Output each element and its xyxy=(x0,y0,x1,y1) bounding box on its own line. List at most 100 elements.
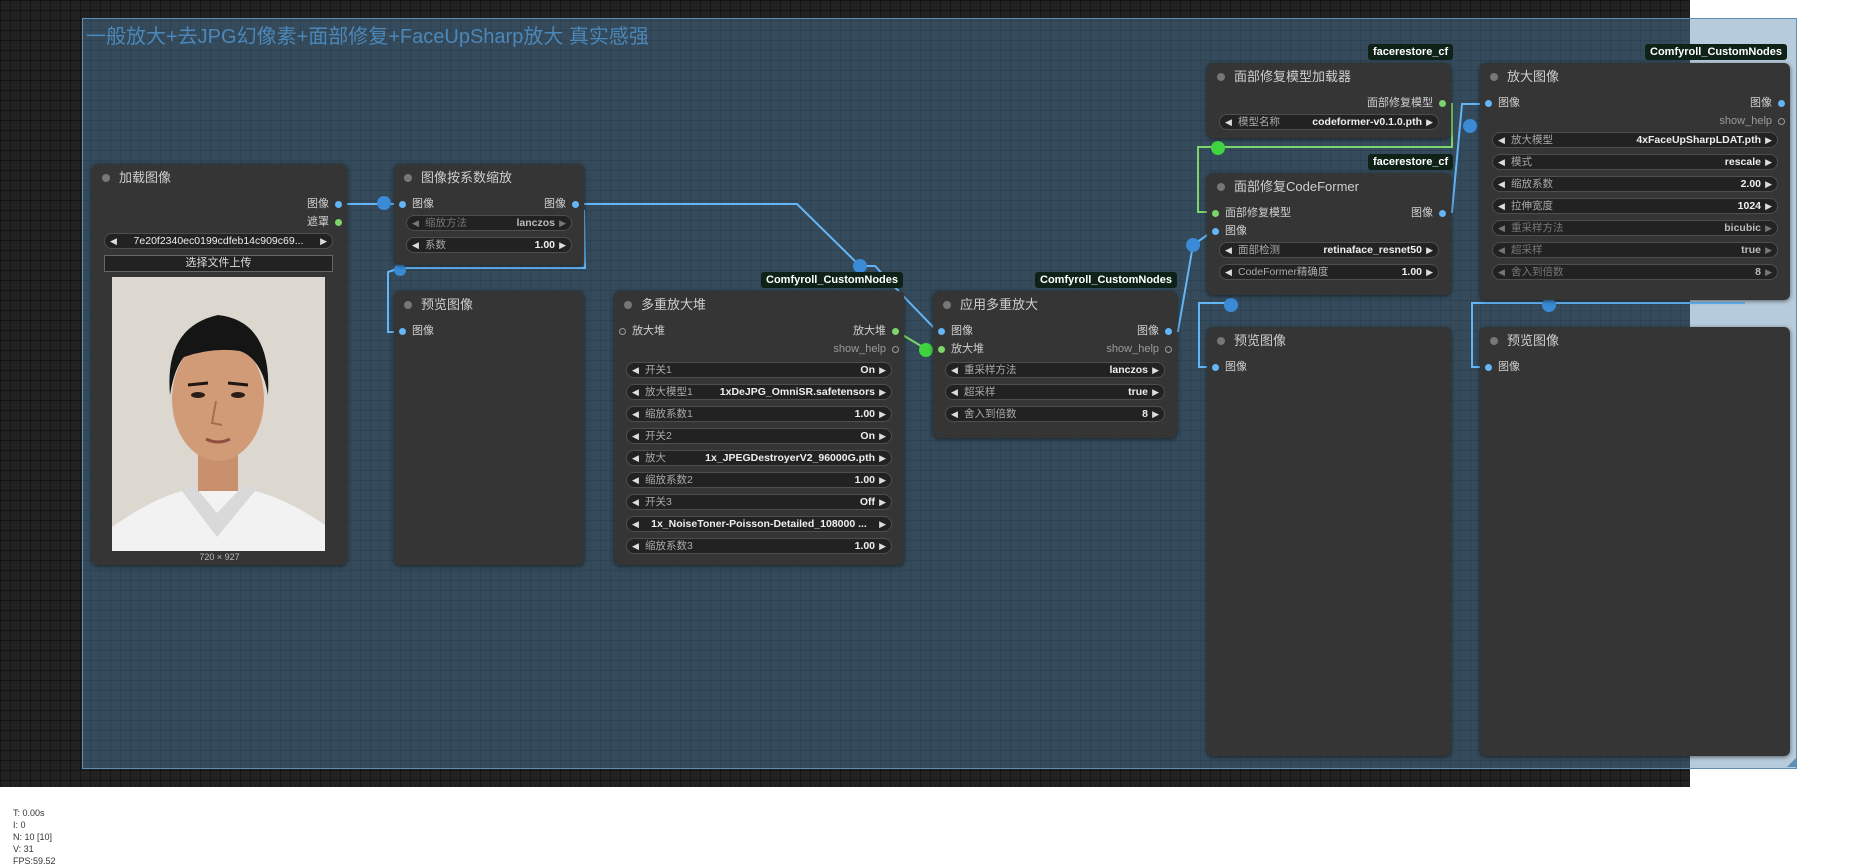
node-title[interactable]: 加载图像 xyxy=(92,164,347,192)
arrow-right-icon[interactable]: ▶ xyxy=(1765,133,1772,147)
arrow-right-icon[interactable]: ▶ xyxy=(1426,115,1433,129)
upscale-model-3-combo[interactable]: ◀ 1x_NoiseToner-Poisson-Detailed_108000 … xyxy=(626,516,892,532)
arrow-left-icon[interactable]: ◀ xyxy=(1225,265,1232,279)
arrow-left-icon[interactable]: ◀ xyxy=(412,216,419,230)
node-title[interactable]: 预览图像 xyxy=(394,291,584,319)
rescale-factor-3-number[interactable]: ◀ 缩放系数3 1.00 ▶ xyxy=(626,538,892,554)
arrow-right-icon[interactable]: ▶ xyxy=(879,473,886,487)
mode-combo[interactable]: ◀ 模式 rescale ▶ xyxy=(1492,154,1778,170)
arrow-left-icon[interactable]: ◀ xyxy=(951,363,958,377)
node-face-restore-codeformer[interactable]: 面部修复CodeFormer 面部修复模型 图像 图像 ◀ 面部检测 retin… xyxy=(1207,173,1451,295)
node-title[interactable]: 多重放大堆 xyxy=(614,291,904,319)
arrow-right-icon[interactable]: ▶ xyxy=(1765,177,1772,191)
switch-2-combo[interactable]: ◀ 开关2 On ▶ xyxy=(626,428,892,444)
output-port-image[interactable] xyxy=(1165,328,1172,335)
upscale-method-combo[interactable]: ◀ 缩放方法 lanczos ▶ xyxy=(406,215,572,231)
input-port-image[interactable] xyxy=(1485,364,1492,371)
output-port-help[interactable] xyxy=(892,346,899,353)
output-port-mask[interactable] xyxy=(335,219,342,226)
face-detection-combo[interactable]: ◀ 面部检测 retinaface_resnet50 ▶ xyxy=(1219,242,1439,258)
arrow-left-icon[interactable]: ◀ xyxy=(632,473,639,487)
arrow-left-icon[interactable]: ◀ xyxy=(1225,115,1232,129)
output-port-image[interactable] xyxy=(335,201,342,208)
arrow-left-icon[interactable]: ◀ xyxy=(1498,177,1505,191)
node-title[interactable]: 面部修复CodeFormer xyxy=(1207,173,1451,201)
arrow-left-icon[interactable]: ◀ xyxy=(632,407,639,421)
arrow-right-icon[interactable]: ▶ xyxy=(1765,199,1772,213)
supersample-combo[interactable]: ◀ 超采样 true ▶ xyxy=(945,384,1165,400)
output-port-image[interactable] xyxy=(1778,100,1785,107)
arrow-left-icon[interactable]: ◀ xyxy=(110,234,117,248)
arrow-right-icon[interactable]: ▶ xyxy=(879,429,886,443)
codeformer-fidelity-number[interactable]: ◀ CodeFormer精确度 1.00 ▶ xyxy=(1219,264,1439,280)
upload-button[interactable]: 选择文件上传 xyxy=(104,255,333,272)
arrow-left-icon[interactable]: ◀ xyxy=(632,385,639,399)
scale-factor-number[interactable]: ◀ 系数 1.00 ▶ xyxy=(406,237,572,253)
switch-1-combo[interactable]: ◀ 开关1 On ▶ xyxy=(626,362,892,378)
arrow-right-icon[interactable]: ▶ xyxy=(879,495,886,509)
node-image-scale-by[interactable]: 图像按系数缩放 图像 图像 ◀ 缩放方法 lanczos ▶ ◀ 系数 1.00… xyxy=(394,164,584,265)
node-apply-multi-upscale[interactable]: 应用多重放大 图像 放大堆 图像 show_help ◀ 重采样方法 lancz… xyxy=(933,291,1177,438)
resize-width-number[interactable]: ◀ 拉伸宽度 1024 ▶ xyxy=(1492,198,1778,214)
input-port-image[interactable] xyxy=(1485,100,1492,107)
arrow-right-icon[interactable]: ▶ xyxy=(879,407,886,421)
output-port-stack[interactable] xyxy=(892,328,899,335)
arrow-left-icon[interactable]: ◀ xyxy=(1498,155,1505,169)
arrow-left-icon[interactable]: ◀ xyxy=(632,363,639,377)
output-port-image[interactable] xyxy=(1439,210,1446,217)
rescale-factor-number[interactable]: ◀ 缩放系数 2.00 ▶ xyxy=(1492,176,1778,192)
node-preview-image[interactable]: 预览图像 图像 xyxy=(1207,327,1451,756)
model-name-combo[interactable]: ◀ 模型名称 codeformer-v0.1.0.pth ▶ xyxy=(1219,114,1439,130)
arrow-right-icon[interactable]: ▶ xyxy=(1426,243,1433,257)
resampling-method-combo[interactable]: ◀ 重采样方法 lanczos ▶ xyxy=(945,362,1165,378)
supersample-combo[interactable]: ◀ 超采样 true ▶ xyxy=(1492,242,1778,258)
resampling-method-combo[interactable]: ◀ 重采样方法 bicubic ▶ xyxy=(1492,220,1778,236)
image-file-combo[interactable]: ◀ 7e20f2340ec0199cdfeb14c909c69... ▶ xyxy=(104,233,333,249)
input-port-image[interactable] xyxy=(1212,364,1219,371)
arrow-right-icon[interactable]: ▶ xyxy=(1765,155,1772,169)
output-port-help[interactable] xyxy=(1165,346,1172,353)
arrow-right-icon[interactable]: ▶ xyxy=(1765,265,1772,279)
node-preview-image[interactable]: 预览图像 图像 xyxy=(394,291,584,565)
arrow-right-icon[interactable]: ▶ xyxy=(559,238,566,252)
arrow-right-icon[interactable]: ▶ xyxy=(559,216,566,230)
arrow-left-icon[interactable]: ◀ xyxy=(412,238,419,252)
arrow-right-icon[interactable]: ▶ xyxy=(320,234,327,248)
arrow-left-icon[interactable]: ◀ xyxy=(951,385,958,399)
arrow-right-icon[interactable]: ▶ xyxy=(1152,385,1159,399)
upscale-model-1-combo[interactable]: ◀ 放大模型1 1xDeJPG_OmniSR.safetensors ▶ xyxy=(626,384,892,400)
arrow-left-icon[interactable]: ◀ xyxy=(1498,221,1505,235)
arrow-left-icon[interactable]: ◀ xyxy=(1498,199,1505,213)
rescale-factor-2-number[interactable]: ◀ 缩放系数2 1.00 ▶ xyxy=(626,472,892,488)
node-title[interactable]: 面部修复模型加载器 xyxy=(1207,63,1451,91)
input-port-image[interactable] xyxy=(938,328,945,335)
output-port-image[interactable] xyxy=(572,201,579,208)
node-title[interactable]: 预览图像 xyxy=(1480,327,1790,355)
arrow-left-icon[interactable]: ◀ xyxy=(951,407,958,421)
arrow-right-icon[interactable]: ▶ xyxy=(879,539,886,553)
node-title[interactable]: 放大图像 xyxy=(1480,63,1790,91)
rescale-factor-1-number[interactable]: ◀ 缩放系数1 1.00 ▶ xyxy=(626,406,892,422)
arrow-right-icon[interactable]: ▶ xyxy=(1152,407,1159,421)
input-port-stack[interactable] xyxy=(938,346,945,353)
arrow-left-icon[interactable]: ◀ xyxy=(1498,265,1505,279)
arrow-left-icon[interactable]: ◀ xyxy=(632,539,639,553)
arrow-right-icon[interactable]: ▶ xyxy=(879,385,886,399)
arrow-right-icon[interactable]: ▶ xyxy=(879,451,886,465)
node-preview-image[interactable]: 预览图像 图像 xyxy=(1480,327,1790,756)
output-port-help[interactable] xyxy=(1778,118,1785,125)
arrow-left-icon[interactable]: ◀ xyxy=(1498,133,1505,147)
arrow-right-icon[interactable]: ▶ xyxy=(1765,243,1772,257)
arrow-right-icon[interactable]: ▶ xyxy=(1426,265,1433,279)
arrow-left-icon[interactable]: ◀ xyxy=(1225,243,1232,257)
upscale-model-2-combo[interactable]: ◀ 放大 1x_JPEGDestroyerV2_96000G.pth ▶ xyxy=(626,450,892,466)
node-multi-upscale-stack[interactable]: 多重放大堆 放大堆 放大堆 show_help ◀ 开关1 On ▶ ◀ 放大模… xyxy=(614,291,904,565)
node-title[interactable]: 预览图像 xyxy=(1207,327,1451,355)
rounding-modulus-number[interactable]: ◀ 舍入到倍数 8 ▶ xyxy=(945,406,1165,422)
arrow-left-icon[interactable]: ◀ xyxy=(632,451,639,465)
input-port-image[interactable] xyxy=(399,328,406,335)
node-face-restore-model-loader[interactable]: 面部修复模型加载器 面部修复模型 ◀ 模型名称 codeformer-v0.1.… xyxy=(1207,63,1451,138)
input-port-image[interactable] xyxy=(399,201,406,208)
upscale-model-combo[interactable]: ◀ 放大模型 4xFaceUpSharpLDAT.pth ▶ xyxy=(1492,132,1778,148)
switch-3-combo[interactable]: ◀ 开关3 Off ▶ xyxy=(626,494,892,510)
